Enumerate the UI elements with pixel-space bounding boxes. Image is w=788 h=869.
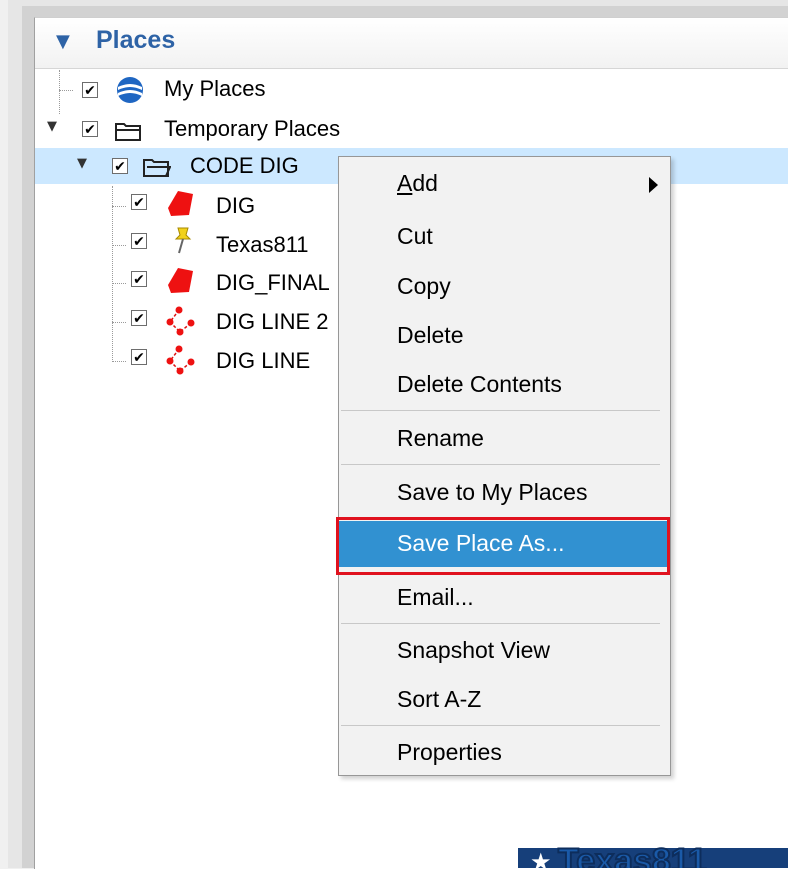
dig-line-2-checkbox[interactable]: ✔ bbox=[131, 310, 147, 327]
star-icon: ★ bbox=[530, 848, 552, 868]
menu-item-label: Cut bbox=[397, 223, 433, 249]
tree-item-label: DIG bbox=[216, 193, 256, 218]
menu-item-label: Copy bbox=[397, 273, 451, 299]
tree-item-label: Texas811 bbox=[216, 232, 309, 257]
tree-item-temporary-places[interactable]: ▼ ✔ Temporary Places bbox=[35, 111, 635, 147]
tree-item-label: DIG_FINAL bbox=[216, 270, 330, 295]
expand-arrow-icon[interactable]: ▼ bbox=[75, 156, 89, 171]
menu-item-save-to-my-places[interactable]: Save to My Places bbox=[339, 470, 670, 516]
tree-item-label: DIG LINE bbox=[216, 348, 311, 373]
tree-item-label: Temporary Places bbox=[164, 116, 341, 141]
polygon-icon bbox=[168, 191, 193, 216]
menu-item-label: Email... bbox=[397, 584, 474, 610]
tree-item-texas811[interactable]: ✔ Texas811 bbox=[35, 227, 335, 263]
menu-item-label: Properties bbox=[397, 739, 502, 765]
globe-icon bbox=[117, 77, 143, 103]
menu-separator bbox=[341, 464, 660, 465]
dig-final-checkbox[interactable]: ✔ bbox=[131, 271, 147, 288]
add-mnemonic: A bbox=[397, 170, 413, 196]
expand-arrow-icon[interactable]: ▼ bbox=[45, 119, 59, 134]
menu-separator bbox=[341, 725, 660, 726]
menu-item-snapshot-view[interactable]: Snapshot View bbox=[339, 628, 670, 674]
tree-item-label: CODE DIG bbox=[190, 153, 299, 178]
texas811-logo: ★ Texas811 bbox=[518, 842, 788, 868]
tree-item-label: DIG LINE 2 bbox=[216, 309, 329, 334]
menu-item-label: Delete Contents bbox=[397, 371, 562, 397]
menu-item-sort-a-z[interactable]: Sort A-Z bbox=[339, 677, 670, 723]
tree-item-dig-final[interactable]: ✔ DIG_FINAL bbox=[35, 265, 335, 301]
menu-item-properties[interactable]: Properties bbox=[339, 730, 670, 776]
dig-line-checkbox[interactable]: ✔ bbox=[131, 349, 147, 366]
context-menu: Add Cut Copy Delete Delete Contents Rena… bbox=[338, 156, 671, 776]
folder-icon bbox=[115, 123, 141, 141]
menu-item-label: Save to My Places bbox=[397, 479, 588, 505]
places-panel-header[interactable]: ▼ Places bbox=[35, 18, 788, 69]
tree-item-label: My Places bbox=[164, 76, 266, 101]
pushpin-icon bbox=[174, 227, 192, 254]
folder-open-icon bbox=[143, 159, 171, 177]
menu-item-add[interactable]: Add bbox=[339, 161, 670, 207]
polygon-icon bbox=[168, 268, 193, 293]
menu-item-email[interactable]: Email... bbox=[339, 575, 670, 621]
temporary-places-checkbox[interactable]: ✔ bbox=[82, 121, 98, 138]
menu-item-cut[interactable]: Cut bbox=[339, 214, 670, 260]
menu-separator bbox=[341, 410, 660, 411]
submenu-arrow-icon bbox=[649, 177, 658, 193]
menu-item-label: Sort A-Z bbox=[397, 686, 482, 712]
menu-item-label: Delete bbox=[397, 322, 464, 348]
menu-item-label: Rename bbox=[397, 425, 484, 451]
code-dig-checkbox[interactable]: ✔ bbox=[112, 158, 128, 175]
texas811-checkbox[interactable]: ✔ bbox=[131, 233, 147, 250]
menu-item-delete[interactable]: Delete bbox=[339, 313, 670, 359]
annotation-highlight-box bbox=[336, 517, 670, 575]
tree-item-my-places[interactable]: ✔ My Places bbox=[35, 72, 635, 108]
logo-text: Texas811 bbox=[557, 842, 708, 868]
add-rest: dd bbox=[412, 170, 438, 196]
path-icon bbox=[166, 345, 195, 375]
path-icon bbox=[166, 306, 195, 336]
my-places-checkbox[interactable]: ✔ bbox=[82, 82, 98, 99]
menu-item-add-label: Add bbox=[397, 170, 438, 197]
tree-item-dig-line[interactable]: ✔ DIG LINE bbox=[35, 343, 335, 379]
collapse-triangle-icon[interactable]: ▼ bbox=[56, 31, 70, 52]
tree-item-dig[interactable]: ✔ DIG bbox=[35, 188, 335, 224]
menu-item-rename[interactable]: Rename bbox=[339, 416, 670, 462]
menu-item-copy[interactable]: Copy bbox=[339, 264, 670, 310]
menu-item-delete-contents[interactable]: Delete Contents bbox=[339, 362, 670, 408]
dig-checkbox[interactable]: ✔ bbox=[131, 194, 147, 211]
menu-separator bbox=[341, 623, 660, 624]
places-panel-title: Places bbox=[96, 26, 176, 54]
menu-item-label: Snapshot View bbox=[397, 637, 551, 663]
tree-item-dig-line-2[interactable]: ✔ DIG LINE 2 bbox=[35, 304, 335, 340]
